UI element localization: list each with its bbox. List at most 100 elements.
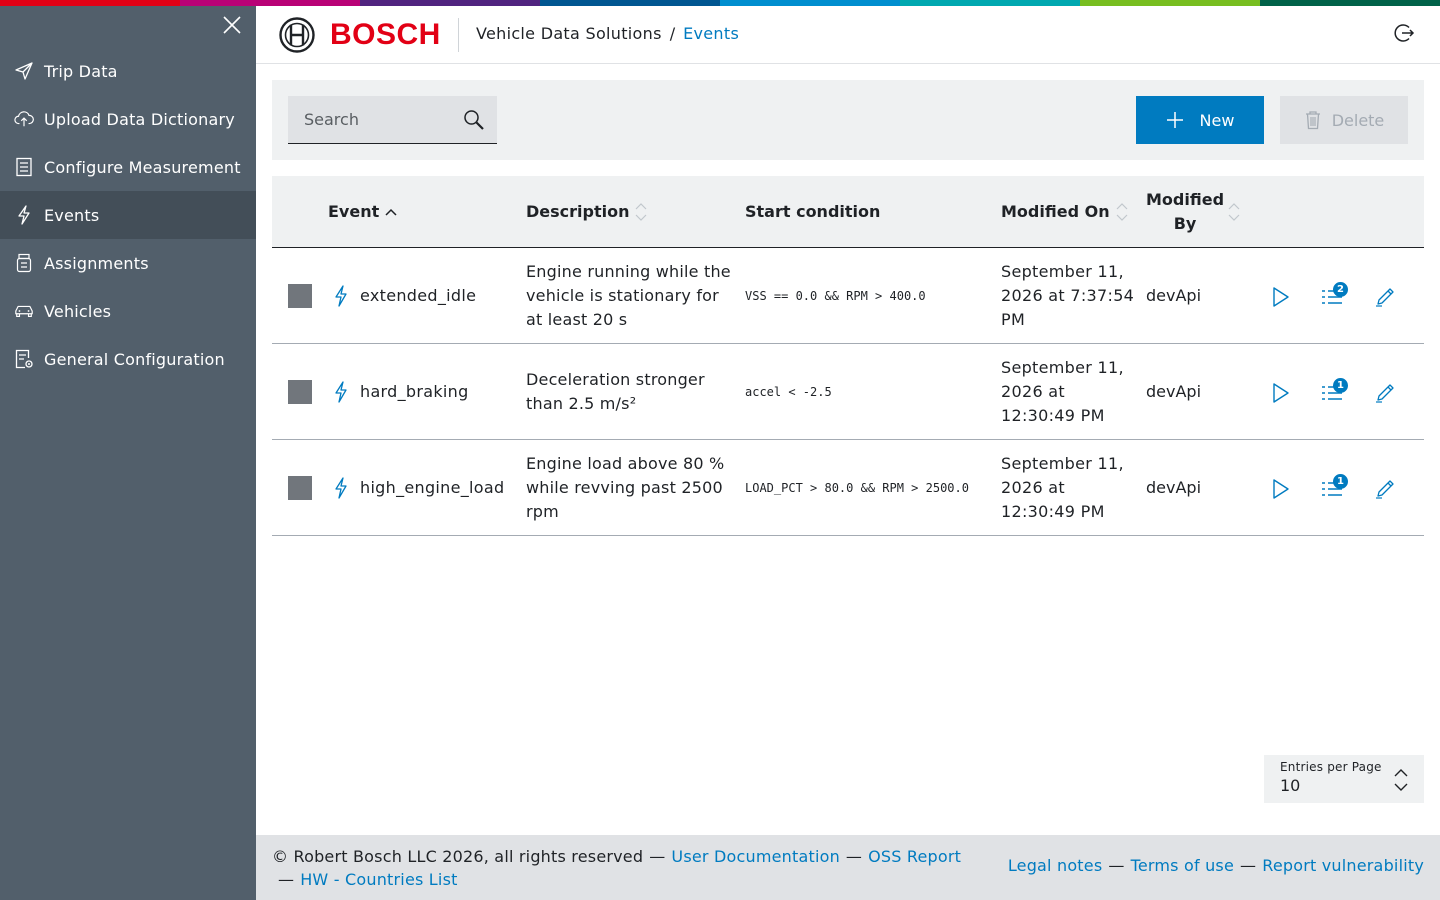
- play-icon[interactable]: [1267, 284, 1293, 310]
- events-table: Event Description Start condition Modifi…: [272, 176, 1424, 536]
- sidebar-item-label: Assignments: [44, 253, 149, 273]
- assignment-count-badge: 1: [1333, 378, 1348, 393]
- close-icon[interactable]: [221, 14, 243, 36]
- oss-report-link[interactable]: OSS Report: [868, 847, 961, 866]
- sidebar: Trip Data Upload Data Dictionary Configu…: [0, 6, 256, 900]
- column-header-label: Description: [526, 202, 630, 221]
- report-vulnerability-link[interactable]: Report vulnerability: [1262, 856, 1424, 875]
- lightning-icon: [335, 381, 347, 403]
- sort-unsorted-icon: [1116, 202, 1128, 221]
- sidebar-item-configure-measurement[interactable]: Configure Measurement: [0, 143, 256, 191]
- table-toolbar: New Delete: [272, 80, 1424, 160]
- sort-unsorted-icon: [1228, 202, 1240, 221]
- sort-unsorted-icon: [636, 202, 647, 221]
- logout-icon[interactable]: [1392, 21, 1416, 45]
- copyright-text: © Robert Bosch LLC 2026, all rights rese…: [272, 847, 644, 866]
- edit-icon[interactable]: [1372, 284, 1398, 310]
- footer-separator: —: [278, 870, 295, 889]
- footer-right: Legal notes — Terms of use — Report vulnerab…: [1008, 856, 1424, 875]
- document-list-icon: [16, 157, 32, 177]
- supergraphic-segment: [1260, 0, 1440, 6]
- column-header-modified-on[interactable]: Modified On: [1001, 176, 1128, 247]
- assignments-list-button[interactable]: 1: [1320, 474, 1350, 502]
- plus-icon: [1166, 112, 1183, 128]
- bosch-logo[interactable]: BOSCH: [278, 16, 441, 54]
- supergraphic-segment: [1080, 0, 1260, 6]
- trash-icon: [1305, 111, 1320, 130]
- footer-left: © Robert Bosch LLC 2026, all rights rese…: [272, 845, 972, 891]
- breadcrumb-root[interactable]: Vehicle Data Solutions: [476, 24, 662, 43]
- terms-of-use-link[interactable]: Terms of use: [1131, 856, 1234, 875]
- delete-event-button[interactable]: Delete: [1280, 96, 1408, 144]
- modified-by: devApi: [1146, 381, 1202, 401]
- document-settings-icon: [15, 349, 33, 369]
- edit-icon[interactable]: [1372, 380, 1398, 406]
- row-checkbox[interactable]: [288, 476, 312, 500]
- search-box: [288, 96, 497, 144]
- footer-separator: —: [1240, 856, 1257, 875]
- send-icon: [15, 62, 33, 80]
- breadcrumb-current[interactable]: Events: [683, 24, 739, 43]
- sidebar-item-upload-data-dictionary[interactable]: Upload Data Dictionary: [0, 95, 256, 143]
- user-documentation-link[interactable]: User Documentation: [671, 847, 840, 866]
- search-input[interactable]: [288, 96, 458, 143]
- event-name: hard_braking: [360, 381, 469, 401]
- event-description: Engine running while the vehicle is stat…: [526, 261, 731, 329]
- cloud-upload-icon: [14, 111, 34, 127]
- sidebar-item-general-configuration[interactable]: General Configuration: [0, 335, 256, 383]
- column-header-label: By: [1173, 213, 1197, 233]
- supergraphic-segment: [540, 0, 720, 6]
- assignments-list-button[interactable]: 1: [1320, 378, 1350, 406]
- brand-supergraphic: [0, 0, 1440, 6]
- breadcrumb-separator: /: [669, 24, 676, 43]
- footer-separator: —: [845, 847, 863, 866]
- entries-per-page-value: 10: [1280, 776, 1301, 795]
- sidebar-item-events[interactable]: Events: [0, 191, 256, 239]
- delete-button-label: Delete: [1331, 110, 1385, 130]
- sort-ascending-icon: [385, 208, 397, 216]
- supergraphic-segment: [900, 0, 1080, 6]
- assignment-count-badge: 1: [1333, 474, 1348, 489]
- sidebar-item-assignments[interactable]: Assignments: [0, 239, 256, 287]
- brand-wordmark: BOSCH: [330, 18, 441, 51]
- sensor-icon: [16, 253, 32, 273]
- event-description: Engine load above 80 % while revving pas…: [526, 453, 725, 521]
- modified-by: devApi: [1146, 477, 1202, 497]
- column-header-event[interactable]: Event: [328, 176, 397, 247]
- column-header-modified-by[interactable]: Modified By: [1146, 176, 1240, 247]
- event-name: high_engine_load: [360, 477, 505, 497]
- footer-separator: —: [1108, 856, 1125, 875]
- new-event-button[interactable]: New: [1136, 96, 1264, 144]
- start-condition: accel < -2.5: [745, 384, 832, 399]
- row-checkbox[interactable]: [288, 284, 312, 308]
- edit-icon[interactable]: [1372, 476, 1398, 502]
- breadcrumb: Vehicle Data Solutions / Events: [476, 24, 739, 43]
- sidebar-item-vehicles[interactable]: Vehicles: [0, 287, 256, 335]
- entries-per-page-select[interactable]: Entries per Page 10: [1264, 755, 1424, 803]
- assignment-count-badge: 2: [1333, 282, 1348, 297]
- app-header: BOSCH Vehicle Data Solutions / Events: [256, 6, 1440, 64]
- sidebar-item-label: Vehicles: [44, 301, 112, 321]
- assignments-list-button[interactable]: 2: [1320, 282, 1350, 310]
- entries-per-page-label: Entries per Page: [1280, 760, 1382, 774]
- column-header-label: Modified On: [1001, 202, 1110, 221]
- page-footer: © Robert Bosch LLC 2026, all rights rese…: [256, 835, 1440, 900]
- hw-countries-list-link[interactable]: HW - Countries List: [300, 870, 457, 889]
- column-header-description[interactable]: Description: [526, 176, 647, 247]
- play-icon[interactable]: [1267, 476, 1293, 502]
- sidebar-item-trip-data[interactable]: Trip Data: [0, 47, 256, 95]
- header-divider: [458, 18, 459, 52]
- footer-separator: —: [649, 847, 666, 866]
- row-checkbox[interactable]: [288, 380, 312, 404]
- bosch-armature-icon: [279, 17, 315, 53]
- play-icon[interactable]: [1267, 380, 1293, 406]
- column-header-start-condition: Start condition: [745, 176, 880, 247]
- event-description: Deceleration stronger than 2.5 m/s²: [526, 369, 705, 413]
- sidebar-nav: Trip Data Upload Data Dictionary Configu…: [0, 47, 256, 383]
- modified-by: devApi: [1146, 285, 1202, 305]
- sidebar-item-label: Upload Data Dictionary: [44, 109, 235, 129]
- table-row: high_engine_load Engine load above 80 % …: [272, 440, 1424, 536]
- search-icon[interactable]: [462, 108, 486, 132]
- supergraphic-segment: [360, 0, 540, 6]
- legal-notes-link[interactable]: Legal notes: [1008, 856, 1103, 875]
